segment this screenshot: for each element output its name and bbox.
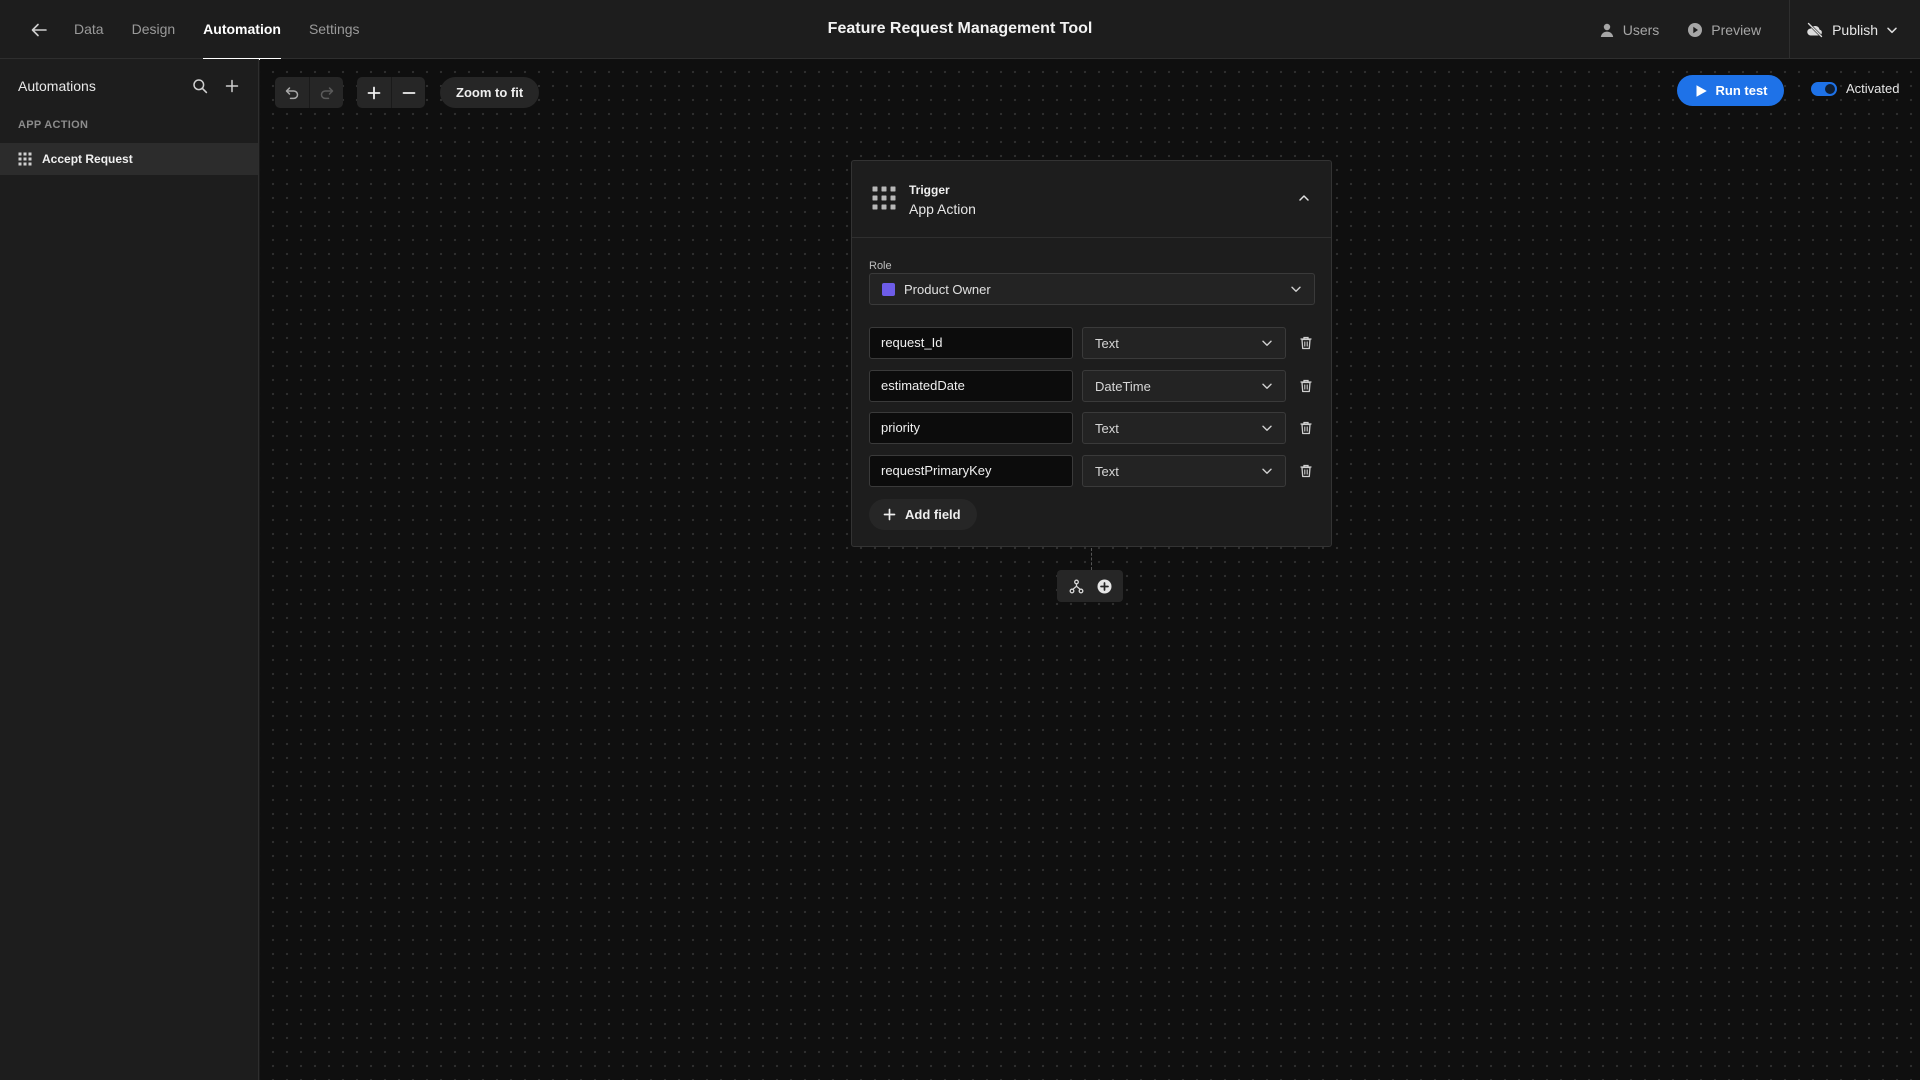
zoom-to-fit-button[interactable]: Zoom to fit (440, 77, 540, 108)
field-type-select[interactable]: Text (1082, 327, 1286, 359)
grid-dots-icon (872, 186, 896, 210)
chevron-down-icon (1262, 383, 1272, 389)
play-icon (1696, 84, 1707, 97)
undo-button[interactable] (275, 77, 309, 108)
zoom-in-button[interactable] (357, 77, 391, 108)
sidebar-item-label: Accept Request (42, 152, 133, 166)
run-test-button[interactable]: Run test (1677, 75, 1784, 106)
run-test-label: Run test (1715, 83, 1768, 98)
tab-data[interactable]: Data (74, 0, 104, 59)
top-right-actions: Users Preview Publish (1599, 0, 1920, 59)
trash-icon (1300, 464, 1312, 478)
activated-toggle[interactable]: Activated (1811, 81, 1899, 96)
tab-settings[interactable]: Settings (309, 0, 360, 59)
tab-automation[interactable]: Automation (203, 0, 281, 60)
redo-button[interactable] (309, 77, 343, 108)
field-row: request_Id Text (869, 327, 1315, 359)
plus-icon (225, 79, 239, 93)
role-label: Role (869, 260, 892, 272)
field-type-value: Text (1095, 463, 1119, 479)
chevron-down-icon (1262, 425, 1272, 431)
sidebar-title: Automations (18, 78, 96, 94)
automations-sidebar: Automations APP ACTION Accept Request (0, 59, 259, 1080)
chevron-down-icon (1262, 468, 1272, 474)
field-type-value: Text (1095, 420, 1119, 436)
activated-label: Activated (1846, 81, 1900, 96)
field-type-value: Text (1095, 335, 1119, 351)
role-value: Product Owner (904, 281, 991, 297)
undo-icon (285, 86, 299, 99)
search-button[interactable] (190, 76, 210, 96)
field-type-value: DateTime (1095, 378, 1151, 394)
sidebar-section-label: APP ACTION (18, 119, 89, 131)
nav-tabs: Data Design Automation Settings (74, 0, 388, 60)
trigger-title: App Action (909, 201, 976, 217)
add-step-button[interactable] (1094, 576, 1114, 596)
trigger-card-header[interactable]: Trigger App Action (852, 161, 1331, 238)
role-color-swatch (882, 282, 895, 296)
chevron-down-icon (1887, 27, 1897, 33)
chevron-up-icon (1299, 195, 1309, 201)
users-label: Users (1622, 21, 1660, 38)
delete-field-button[interactable] (1297, 419, 1315, 437)
plus-icon (367, 86, 381, 99)
zoom-controls (357, 77, 425, 108)
trash-icon (1300, 379, 1312, 393)
user-icon (1600, 23, 1613, 37)
field-row: estimatedDate DateTime (869, 370, 1315, 402)
preview-label: Preview (1711, 21, 1762, 38)
back-button[interactable] (26, 17, 52, 43)
minus-icon (402, 91, 415, 94)
arrow-left-icon (31, 23, 47, 37)
delete-field-button[interactable] (1297, 377, 1315, 395)
step-actions (1057, 570, 1123, 602)
plus-icon (883, 508, 896, 521)
field-name-input[interactable]: estimatedDate (869, 370, 1073, 402)
add-field-label: Add field (905, 507, 961, 522)
toggle-switch[interactable] (1811, 81, 1837, 96)
delete-field-button[interactable] (1297, 334, 1315, 352)
trash-icon (1300, 421, 1312, 435)
field-row: priority Text (869, 412, 1315, 444)
field-name-input[interactable]: priority (869, 412, 1073, 444)
sidebar-header: Automations (18, 74, 242, 98)
field-name-input[interactable]: requestPrimaryKey (869, 455, 1073, 487)
tab-design[interactable]: Design (132, 0, 176, 59)
role-select[interactable]: Product Owner (869, 273, 1315, 305)
sidebar-item-accept-request[interactable]: Accept Request (0, 143, 258, 175)
trigger-card: Trigger App Action Role Product Owner re… (851, 160, 1332, 547)
add-field-button[interactable]: Add field (869, 499, 977, 530)
collapse-button[interactable] (1295, 189, 1313, 207)
add-branch-button[interactable] (1066, 576, 1086, 596)
step-connector (1091, 548, 1092, 570)
app-title: Feature Request Management Tool (827, 20, 1093, 37)
field-name-input[interactable]: request_Id (869, 327, 1073, 359)
field-type-select[interactable]: Text (1082, 455, 1286, 487)
publish-label: Publish (1832, 21, 1878, 38)
play-circle-icon (1688, 22, 1703, 37)
users-button[interactable]: Users (1599, 21, 1660, 38)
chevron-down-icon (1291, 286, 1301, 292)
chevron-down-icon (1262, 340, 1272, 346)
cloud-off-icon (1807, 22, 1823, 37)
history-controls (275, 77, 343, 108)
trash-icon (1300, 336, 1312, 350)
grid-dots-icon (18, 152, 32, 166)
zoom-out-button[interactable] (391, 77, 425, 108)
trigger-kicker: Trigger (909, 183, 950, 197)
field-row: requestPrimaryKey Text (869, 455, 1315, 487)
plus-circle-icon (1097, 579, 1111, 593)
top-bar: Data Design Automation Settings Feature … (0, 0, 1920, 60)
automation-canvas[interactable]: Zoom to fit Run test Activated Trigger A… (260, 59, 1920, 1080)
delete-field-button[interactable] (1297, 462, 1315, 480)
redo-icon (320, 86, 333, 99)
preview-button[interactable]: Preview (1687, 22, 1761, 38)
publish-button[interactable]: Publish (1789, 0, 1920, 59)
branch-icon (1069, 579, 1083, 593)
field-type-select[interactable]: DateTime (1082, 370, 1286, 402)
add-automation-button[interactable] (222, 76, 242, 96)
search-icon (193, 79, 208, 94)
field-type-select[interactable]: Text (1082, 412, 1286, 444)
